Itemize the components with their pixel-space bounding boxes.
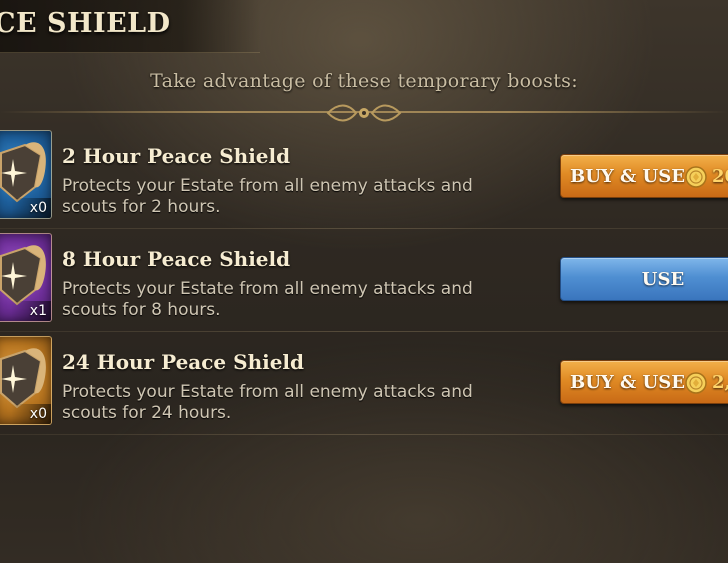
item-icon-frame: x0 — [0, 336, 52, 425]
list-item: x1 8 Hour Peace Shield Protects your Est… — [0, 229, 728, 332]
button-label: BUY & USE — [570, 372, 685, 393]
item-description: Protects your Estate from all enemy atta… — [62, 176, 473, 217]
buy-and-use-button[interactable]: BUY & USE 20 — [560, 154, 728, 198]
gold-coin-icon — [685, 166, 707, 188]
subtitle: Take advantage of these temporary boosts… — [150, 70, 578, 92]
title-bar: CE SHIELD — [0, 0, 260, 53]
item-title: 2 Hour Peace Shield — [62, 144, 291, 168]
item-title: 24 Hour Peace Shield — [62, 350, 305, 374]
button-label: BUY & USE — [570, 166, 685, 187]
item-icon-frame: x0 — [0, 130, 52, 219]
item-count: x0 — [29, 200, 47, 216]
use-button[interactable]: USE — [560, 257, 728, 301]
item-description: Protects your Estate from all enemy atta… — [62, 279, 473, 320]
item-count: x0 — [29, 406, 47, 422]
gold-coin-icon — [685, 372, 707, 394]
item-description: Protects your Estate from all enemy atta… — [62, 382, 473, 423]
buy-and-use-button[interactable]: BUY & USE 2, — [560, 360, 728, 404]
ornament-icon — [326, 104, 402, 122]
page-title: CE SHIELD — [0, 8, 171, 39]
button-label: USE — [641, 269, 685, 290]
item-icon-frame: x1 — [0, 233, 52, 322]
item-count: x1 — [29, 303, 47, 319]
list-item: x0 24 Hour Peace Shield Protects your Es… — [0, 332, 728, 435]
price-value: 20 — [712, 166, 728, 187]
row-divider — [0, 434, 728, 435]
item-title: 8 Hour Peace Shield — [62, 247, 291, 271]
price-value: 2, — [712, 372, 728, 393]
list-item: x0 2 Hour Peace Shield Protects your Est… — [0, 126, 728, 229]
